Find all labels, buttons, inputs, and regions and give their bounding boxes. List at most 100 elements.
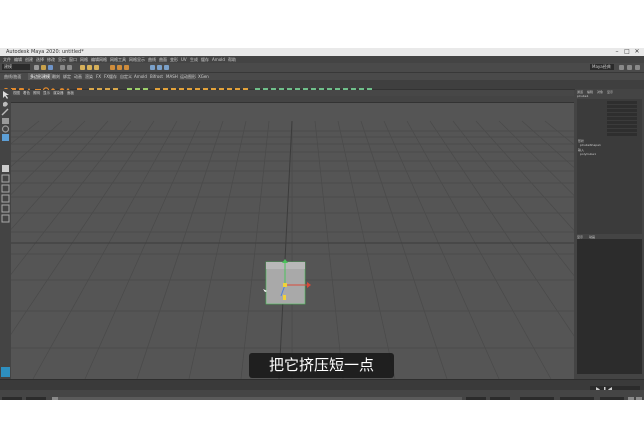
ipr-render-icon[interactable] [157, 65, 162, 70]
snap-grid-icon[interactable] [110, 65, 115, 70]
x-axis-arrow-icon [307, 282, 311, 288]
shelf-tab[interactable]: 绑定 [63, 73, 71, 80]
object-name[interactable]: pCube1 [577, 94, 589, 98]
move-tool-icon [2, 118, 9, 124]
snap-curve-icon[interactable] [117, 65, 122, 70]
maya-window: Autodesk Maya 2020: untitled* – □ ✕ 文件 编… [0, 48, 644, 400]
attribute-values[interactable] [607, 101, 637, 137]
menu-item[interactable]: UV [181, 56, 187, 63]
auto-key-icon [628, 397, 634, 400]
range-controls[interactable] [0, 395, 644, 400]
viewport-grid [11, 120, 574, 379]
select-hierarchy-icon[interactable] [80, 65, 85, 70]
menu-item[interactable]: 网格显示 [129, 56, 145, 63]
cube-with-manipulator[interactable] [261, 258, 321, 308]
side-by-side-layout-icon [1, 184, 10, 193]
perspective-viewport[interactable] [11, 103, 574, 379]
channel-tab[interactable]: 对象 [597, 90, 603, 94]
shelf-tab[interactable]: 运动图形 [180, 73, 196, 80]
menu-set-dropdown[interactable]: 建模 [2, 64, 30, 70]
channel-list[interactable]: 形状 pCubeShape1 输入 polyCube1 [577, 99, 642, 234]
rotate-tool-icon [1, 125, 10, 133]
fps-dropdown [600, 397, 624, 400]
close-button[interactable]: ✕ [632, 48, 642, 56]
video-subtitle: 把它挤压短一点 [249, 353, 394, 378]
menu-item[interactable]: 帮助 [228, 56, 236, 63]
shelf-tab[interactable]: 自定义 [120, 73, 132, 80]
menu-item[interactable]: 文件 [3, 56, 11, 63]
menu-item[interactable]: 编辑 [14, 56, 22, 63]
menu-item[interactable]: 修改 [47, 56, 55, 63]
save-scene-icon[interactable] [48, 65, 53, 70]
menu-item[interactable]: 网格工具 [110, 56, 126, 63]
scale-handle-icon [283, 295, 286, 300]
four-view-layout-icon [1, 174, 10, 183]
menu-item[interactable]: 生成 [190, 56, 198, 63]
shelf-tab[interactable]: FX缓存 [104, 73, 117, 80]
menu-item[interactable]: 编辑网格 [91, 56, 107, 63]
shape-name[interactable]: pCubeShape1 [580, 143, 601, 147]
layer-editor[interactable] [577, 239, 642, 374]
input-name[interactable]: polyCube1 [580, 152, 596, 156]
attribute-editor-icon[interactable] [619, 65, 624, 70]
menu-item[interactable]: 窗口 [69, 56, 77, 63]
range-slider[interactable] [0, 390, 644, 400]
shelf-tab[interactable]: Bifrost [150, 73, 163, 80]
range-bar [52, 397, 462, 400]
range-handle-left [52, 397, 58, 400]
single-view-layout-icon [2, 165, 9, 172]
menu-item[interactable]: 选择 [36, 56, 44, 63]
open-scene-icon[interactable] [41, 65, 46, 70]
channel-tab[interactable]: 显示 [607, 90, 613, 94]
workspace-dropdown[interactable]: Maya经典 [590, 64, 614, 70]
menu-item[interactable]: 缓存 [201, 56, 209, 63]
menu-item[interactable]: 变形 [170, 56, 178, 63]
redo-icon[interactable] [67, 65, 72, 70]
menu-item[interactable]: 曲面 [159, 56, 167, 63]
channel-box-icon[interactable] [635, 65, 640, 70]
select-tool-icon [3, 91, 9, 99]
anim-prefs-icon [636, 397, 642, 400]
shelf-tab[interactable]: 渲染 [85, 73, 93, 80]
status-line: 建模 Maya经典 [0, 63, 644, 73]
outliner-layout-icon [1, 214, 10, 223]
persp-graph-layout-icon [1, 194, 10, 203]
window-title: Autodesk Maya 2020: untitled* [6, 49, 84, 55]
render-settings-icon[interactable] [164, 65, 169, 70]
shelf-tab[interactable]: 雕刻 [52, 73, 60, 80]
render-icon[interactable] [150, 65, 155, 70]
shelf [0, 80, 644, 94]
range-start-field [26, 397, 46, 400]
lasso-tool-icon [3, 101, 8, 107]
snap-point-icon[interactable] [124, 65, 129, 70]
y-axis-arrow-icon [282, 259, 288, 263]
shelf-tab[interactable]: FX [96, 73, 101, 80]
end-time-field [490, 397, 510, 400]
range-end-field [466, 397, 486, 400]
tool-icons[interactable] [0, 89, 11, 379]
title-bar: Autodesk Maya 2020: untitled* – □ ✕ [0, 48, 644, 56]
shelf-tabs: 曲线/曲面 多边形建模 雕刻 绑定 动画 渲染 FX FX缓存 自定义 Arno… [0, 73, 644, 80]
select-object-icon[interactable] [87, 65, 92, 70]
shelf-tab-active[interactable]: 多边形建模 [28, 73, 52, 80]
scale-tool-icon [2, 134, 9, 141]
menu-item[interactable]: 显示 [58, 56, 66, 63]
persp-outliner-layout-icon [1, 204, 10, 213]
shelf-tab[interactable]: XGen [198, 73, 209, 80]
minimize-button[interactable]: – [612, 48, 622, 56]
select-component-icon[interactable] [94, 65, 99, 70]
undo-icon[interactable] [60, 65, 65, 70]
shelf-tab[interactable]: 动画 [74, 73, 82, 80]
menu-item[interactable]: 网格 [80, 56, 88, 63]
anim-layer-dropdown [560, 397, 594, 400]
new-scene-icon[interactable] [34, 65, 39, 70]
maximize-button[interactable]: □ [622, 48, 632, 56]
shelf-tab[interactable]: Arnold [134, 73, 147, 80]
menu-item[interactable]: Arnold [212, 56, 225, 63]
menu-item[interactable]: 曲线 [148, 56, 156, 63]
shelf-tab[interactable]: MASH [166, 73, 178, 80]
maya-logo-icon [1, 367, 10, 377]
tool-settings-icon[interactable] [627, 65, 632, 70]
menu-item[interactable]: 创建 [25, 56, 33, 63]
shelf-tab[interactable]: 曲线/曲面 [4, 73, 21, 80]
